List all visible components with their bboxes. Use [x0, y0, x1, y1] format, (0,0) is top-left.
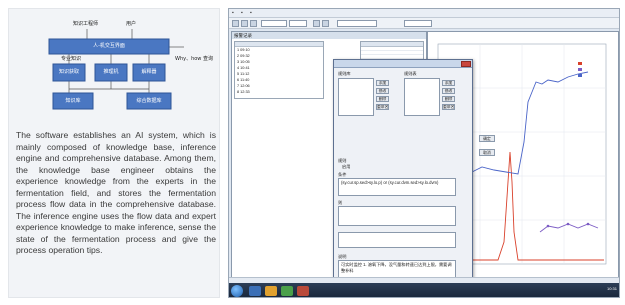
toolbar-button-2[interactable] — [241, 20, 248, 27]
toolbar-field-2[interactable] — [289, 20, 307, 27]
node-kb: 知识库 — [65, 98, 81, 104]
edge-label-expert-knowledge: 专业知识 — [61, 56, 82, 62]
node-explanation: 解释器 — [141, 69, 157, 75]
chart-point — [566, 222, 570, 226]
condition-label: 条件 — [338, 172, 347, 177]
condition-text: (sy.cur.sp.sed>sy.lo.p) or (sy.cur.dvm.s… — [341, 180, 439, 185]
taskbar-app-icon[interactable] — [249, 286, 261, 296]
node-knowledge-acquisition: 知识获取 — [58, 69, 79, 75]
library-edit-button[interactable]: 修改 — [376, 88, 389, 94]
rule-section-label: 规则 — [338, 158, 347, 163]
rule-add-button[interactable]: 添加 — [442, 80, 455, 86]
node-man-machine: 人-机交互界面 — [93, 43, 125, 49]
label-user: 用户 — [126, 21, 137, 27]
legend-swatch-blue — [578, 74, 582, 77]
rule-table-label: 规则表 — [404, 71, 417, 76]
start-button[interactable] — [231, 285, 243, 297]
rule-edit-button[interactable]: 修改 — [442, 88, 455, 94]
table-row[interactable]: 5 11:12 — [237, 72, 249, 77]
legend-swatch-red — [578, 62, 582, 65]
label-knowledge-engineer: 知识工程师 — [73, 21, 99, 27]
alarm-table: 1 09:10 2 09:32 3 10:05 4 10:41 5 11:12 … — [234, 41, 324, 99]
description-paragraph: The software establishes an AI system, w… — [16, 130, 216, 255]
table-row[interactable]: 8 12:33 — [237, 90, 250, 95]
chart-legend — [578, 62, 582, 77]
alarm-table-header — [235, 42, 323, 47]
rule-library-label: 规则库 — [338, 71, 351, 76]
toolbar-field-4[interactable] — [404, 20, 432, 27]
table-row[interactable]: 6 11:40 — [237, 78, 249, 83]
rule-rename-button[interactable]: 重命名 — [442, 104, 455, 110]
toolbar-button-5[interactable] — [322, 20, 329, 27]
software-screenshot: ▪ ▪ ▪ 报警记录 1 09:10 2 09:32 3 10:05 4 10:… — [228, 8, 620, 298]
toolbar — [229, 18, 619, 29]
note-text: 可实时监控 1. 溶氧下降，没气量和转速已达到上限，需要调整补料 — [341, 262, 452, 273]
rule-library-list[interactable] — [338, 78, 374, 116]
taskbar-clock: 10:31 — [606, 286, 617, 291]
table-row[interactable]: 3 10:05 — [237, 60, 250, 65]
table-row[interactable]: 1 09:10 — [237, 48, 250, 53]
edge-label-why-how: Why、how 查询 — [175, 56, 213, 62]
library-delete-button[interactable]: 删除 — [376, 96, 389, 102]
rule-dialog-title — [334, 60, 472, 68]
chart-point — [546, 224, 550, 228]
toolbar-field-3[interactable] — [337, 20, 377, 27]
menu-item-2[interactable]: ▪ — [241, 10, 243, 16]
enable-checkbox[interactable]: 启用 — [342, 164, 350, 169]
chart-point — [586, 222, 590, 226]
condition-field[interactable]: (sy.cur.sp.sed>sy.lo.p) or (sy.cur.dvm.s… — [338, 178, 456, 196]
rule-delete-button[interactable]: 删除 — [442, 96, 455, 102]
close-icon[interactable] — [461, 61, 471, 67]
then-field[interactable] — [338, 206, 456, 226]
ok-button[interactable]: 确定 — [479, 135, 495, 142]
toolbar-button-3[interactable] — [250, 20, 257, 27]
taskbar-app-icon[interactable] — [281, 286, 293, 296]
cancel-button[interactable]: 取消 — [479, 149, 495, 156]
table-row[interactable]: 4 10:41 — [237, 66, 250, 71]
extra-field[interactable] — [338, 232, 456, 248]
note-label: 说明 — [338, 254, 347, 259]
then-label: 则 — [338, 200, 343, 205]
taskbar-app-icon[interactable] — [297, 286, 309, 296]
toolbar-button-4[interactable] — [313, 20, 320, 27]
menu-bar: ▪ ▪ ▪ — [229, 9, 619, 18]
table-row[interactable]: 7 12:06 — [237, 84, 250, 89]
taskbar: 10:31 — [229, 283, 619, 297]
legend-swatch-purple — [578, 68, 582, 71]
data-pane-title: 报警记录 — [232, 32, 426, 39]
page: 知识工程师 用户 人-机交互界面 知识获取 推理机 解释器 知识库 综合数据库 … — [0, 0, 625, 305]
library-rename-button[interactable]: 重命名 — [376, 104, 389, 110]
table-row[interactable]: 2 09:32 — [237, 54, 250, 59]
toolbar-field-1[interactable] — [261, 20, 287, 27]
rule-dialog: 规则库 添加 修改 删除 重命名 规则表 添加 修改 删除 重命名 规则 启用 … — [333, 59, 473, 287]
rule-table-list[interactable] — [404, 78, 440, 116]
menu-item-3[interactable]: ▪ — [250, 10, 252, 16]
menu-item-1[interactable]: ▪ — [232, 10, 234, 16]
toolbar-button-1[interactable] — [232, 20, 239, 27]
library-add-button[interactable]: 添加 — [376, 80, 389, 86]
architecture-diagram: 知识工程师 用户 人-机交互界面 知识获取 推理机 解释器 知识库 综合数据库 … — [9, 9, 221, 127]
node-inference-engine: 推理机 — [103, 69, 119, 75]
node-integrated-db: 综合数据库 — [136, 98, 162, 104]
taskbar-app-icon[interactable] — [265, 286, 277, 296]
